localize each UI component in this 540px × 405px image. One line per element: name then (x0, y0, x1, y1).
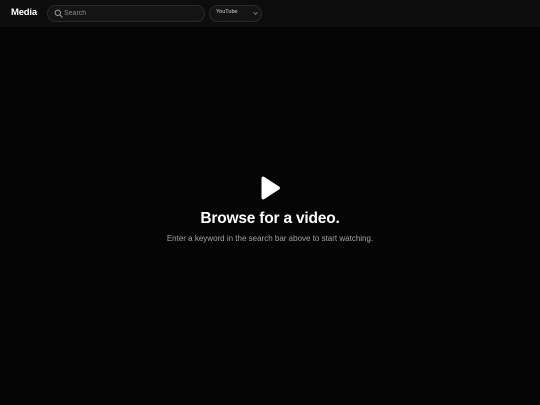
search-icon (54, 9, 63, 18)
search-bar[interactable] (47, 5, 205, 22)
brand-logo[interactable]: Media (11, 7, 37, 18)
empty-state-title: Browse for a video. (200, 210, 340, 227)
top-bar: Media YouTube (0, 0, 540, 27)
play-icon (261, 176, 280, 200)
empty-state-subtitle: Enter a keyword in the search bar above … (166, 234, 374, 243)
source-select-value: YouTube (216, 9, 238, 15)
search-input[interactable] (64, 7, 199, 20)
chevron-down-icon (253, 12, 258, 15)
source-select[interactable]: YouTube (209, 5, 262, 22)
empty-state: Browse for a video. Enter a keyword in t… (0, 27, 540, 405)
